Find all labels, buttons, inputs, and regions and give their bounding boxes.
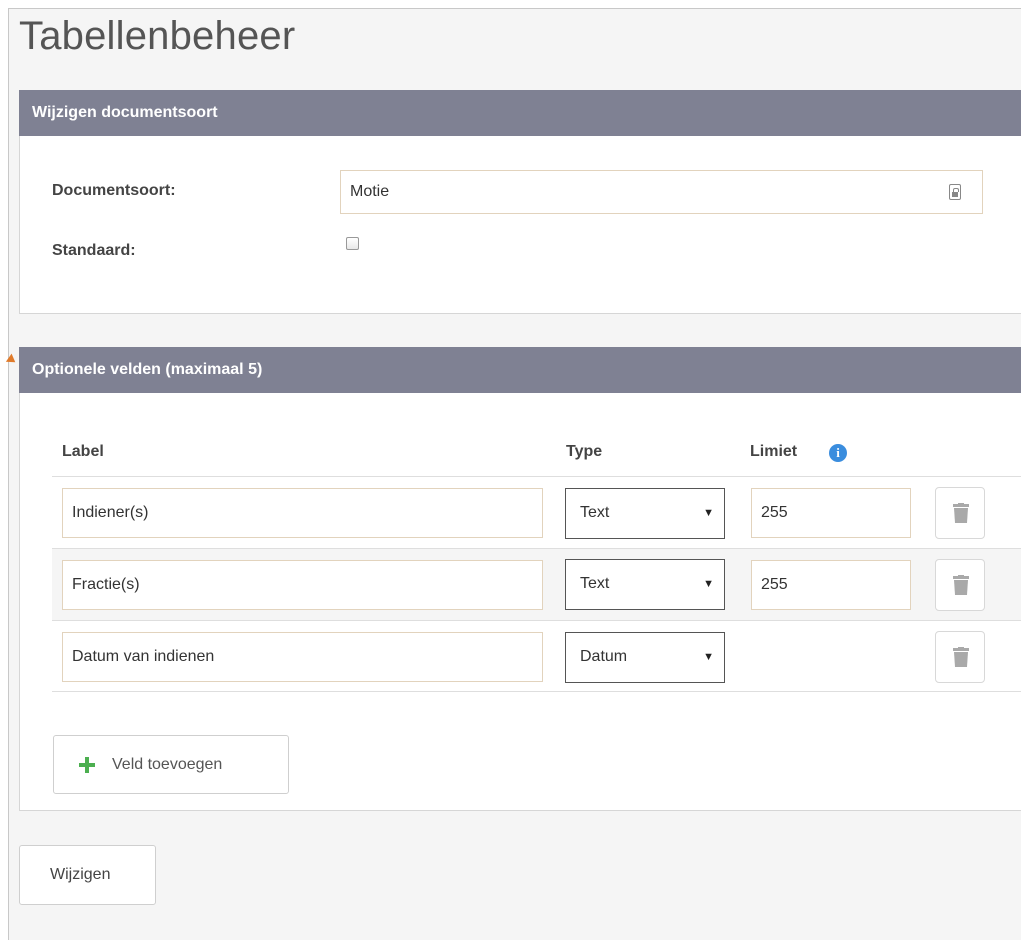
trash-icon	[953, 503, 969, 523]
field-limit-input[interactable]	[751, 488, 911, 538]
field-type-value: Text	[580, 575, 610, 592]
delete-field-button[interactable]	[935, 631, 985, 683]
add-field-label: Veld toevoegen	[112, 756, 223, 773]
delete-field-button[interactable]	[935, 487, 985, 539]
delete-field-button[interactable]	[935, 559, 985, 611]
field-label-input[interactable]	[62, 488, 543, 538]
submit-button[interactable]: Wijzigen	[19, 845, 156, 905]
documentsoort-label: Documentsoort:	[52, 182, 176, 199]
trash-icon	[953, 647, 969, 667]
field-limit-input[interactable]	[751, 560, 911, 610]
field-type-select[interactable]: Datum ▼	[565, 632, 725, 683]
standaard-label: Standaard:	[52, 242, 136, 259]
trash-icon	[953, 575, 969, 595]
field-type-value: Datum	[580, 648, 628, 665]
add-field-button[interactable]: Veld toevoegen	[53, 735, 289, 794]
submit-label: Wijzigen	[50, 866, 111, 883]
field-type-select[interactable]: Text ▼	[565, 488, 725, 539]
column-header-type: Type	[566, 443, 603, 460]
chevron-down-icon: ▼	[703, 578, 714, 590]
field-type-value: Text	[580, 504, 610, 521]
address-book-icon[interactable]	[949, 184, 961, 200]
panel-header-optional: Optionele velden (maximaal 5)	[19, 347, 1021, 393]
panel-header-edit: Wijzigen documentsoort	[19, 90, 1021, 136]
documentsoort-input[interactable]	[340, 170, 983, 214]
page-title: Tabellenbeheer	[19, 14, 296, 58]
chevron-down-icon: ▼	[703, 507, 714, 519]
column-header-limit: Limiet	[750, 443, 798, 460]
field-type-select[interactable]: Text ▼	[565, 559, 725, 610]
plus-icon	[79, 757, 95, 773]
standaard-checkbox[interactable]	[346, 237, 359, 250]
chevron-down-icon: ▼	[703, 651, 714, 663]
column-header-label: Label	[62, 443, 104, 460]
field-label-input[interactable]	[62, 560, 543, 610]
field-label-input[interactable]	[62, 632, 543, 682]
info-icon[interactable]: i	[829, 444, 847, 462]
